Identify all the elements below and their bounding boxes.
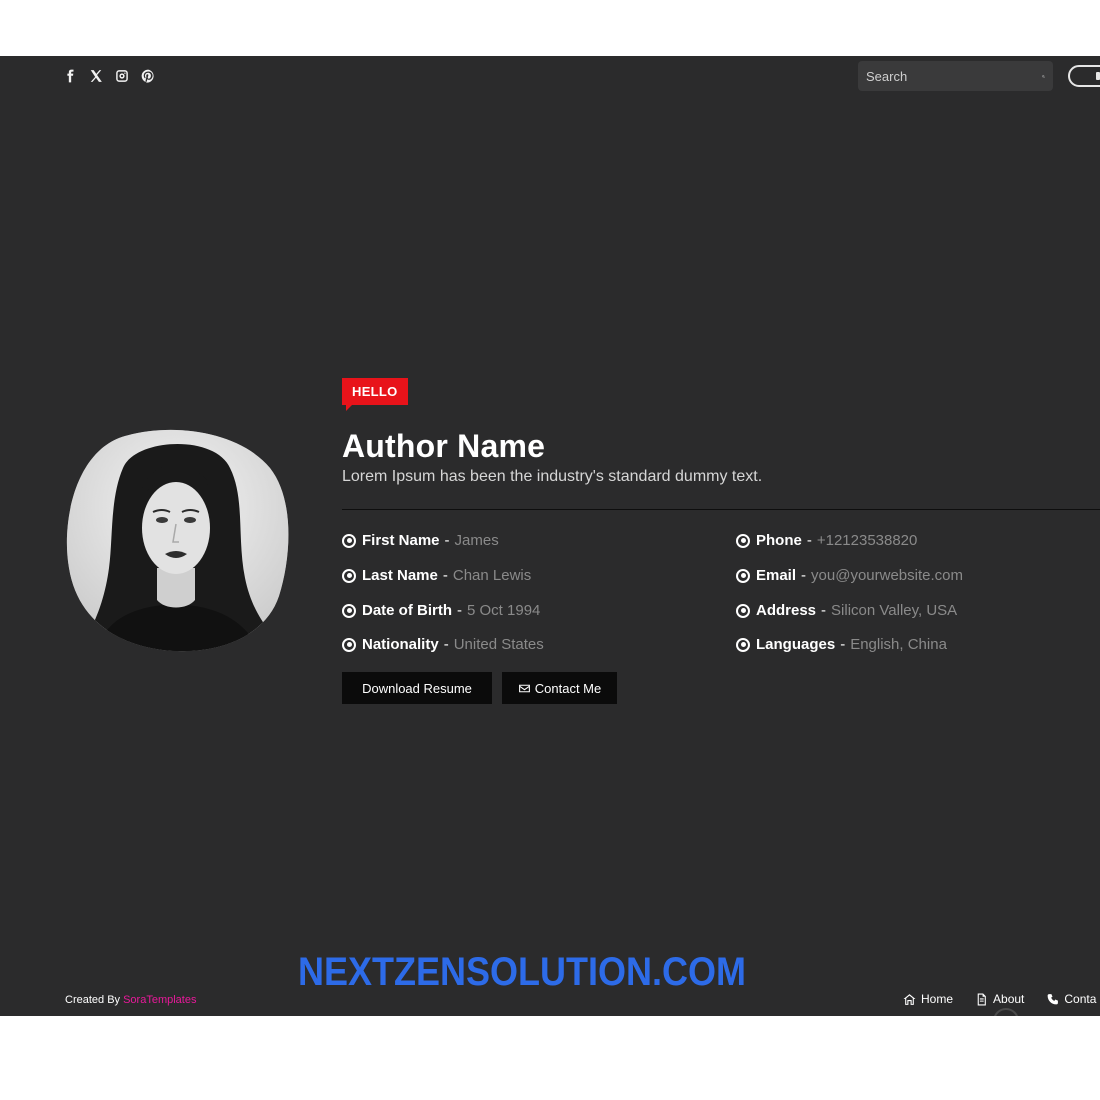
- radio-bullet-icon: [736, 533, 750, 548]
- footer-nav-about[interactable]: About: [975, 992, 1024, 1006]
- phone-icon: [1048, 993, 1059, 1004]
- social-links: [62, 68, 156, 84]
- detail-last-name: Last Name - Chan Lewis: [342, 567, 531, 584]
- footer-credit: Created By SoraTemplates: [65, 994, 197, 1006]
- x-twitter-icon[interactable]: [88, 68, 104, 84]
- detail-languages: Languages - English, China: [736, 636, 947, 653]
- detail-email: Email - you@yourwebsite.com: [736, 567, 963, 584]
- section-divider: [342, 509, 1100, 510]
- detail-date-of-birth: Date of Birth - 5 Oct 1994: [342, 602, 540, 619]
- detail-first-name: First Name - James: [342, 532, 499, 549]
- author-description: Lorem Ipsum has been the industry's stan…: [342, 468, 763, 485]
- radio-bullet-icon: [736, 568, 750, 583]
- theme-toggle[interactable]: [1068, 65, 1100, 87]
- radio-bullet-icon: [736, 637, 750, 652]
- detail-nationality: Nationality - United States: [342, 636, 544, 653]
- footer-nav: Home About Conta: [903, 992, 1096, 1006]
- contact-me-button[interactable]: Contact Me: [502, 672, 617, 704]
- soratemplates-link[interactable]: SoraTemplates: [123, 994, 196, 1006]
- radio-bullet-icon: [342, 637, 356, 652]
- author-name: Author Name: [342, 428, 546, 464]
- instagram-icon[interactable]: [114, 68, 130, 84]
- detail-phone: Phone - +12123538820: [736, 532, 917, 549]
- detail-address: Address - Silicon Valley, USA: [736, 602, 957, 619]
- radio-bullet-icon: [736, 603, 750, 618]
- home-icon: [903, 993, 916, 1005]
- page-screen: HELLO Author Name Lorem Ipsum has been t…: [0, 56, 1100, 1016]
- scroll-top-button[interactable]: [993, 1008, 1019, 1016]
- author-avatar: [65, 428, 291, 654]
- pinterest-icon[interactable]: [140, 68, 156, 84]
- radio-bullet-icon: [342, 603, 356, 618]
- envelope-icon: [518, 684, 530, 692]
- footer-nav-contact[interactable]: Conta: [1046, 992, 1096, 1006]
- search-icon[interactable]: [1042, 70, 1045, 83]
- document-icon: [977, 993, 986, 1005]
- radio-bullet-icon: [342, 533, 356, 548]
- search-box[interactable]: [858, 61, 1053, 91]
- watermark-text: NEXTZENSOLUTION.COM: [298, 950, 747, 994]
- facebook-icon[interactable]: [62, 68, 78, 84]
- search-input[interactable]: [866, 68, 1042, 84]
- hello-badge: HELLO: [342, 378, 408, 411]
- footer-nav-home[interactable]: Home: [903, 992, 953, 1006]
- download-resume-button[interactable]: Download Resume: [342, 672, 492, 704]
- radio-bullet-icon: [342, 568, 356, 583]
